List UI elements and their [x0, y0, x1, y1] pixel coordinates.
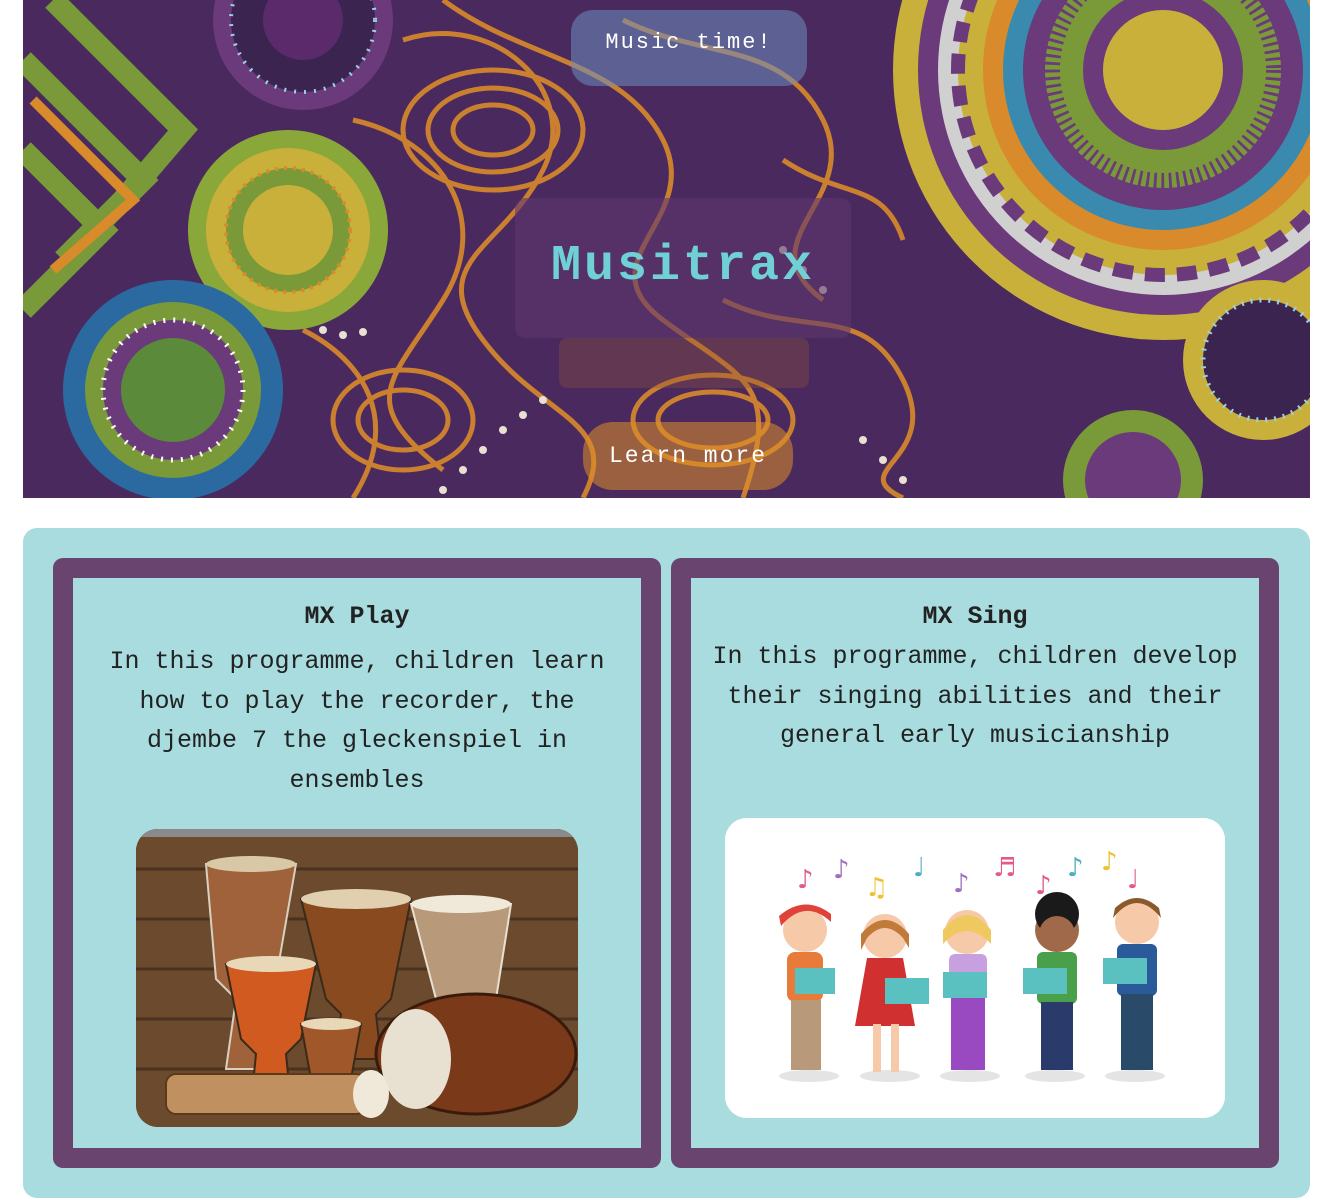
- program-description: In this programme, children develop thei…: [712, 642, 1238, 750]
- programs-section: MX Play In this programme, children lear…: [23, 528, 1310, 1198]
- svg-text:♫: ♫: [865, 873, 888, 903]
- svg-text:♪: ♪: [797, 865, 814, 895]
- svg-text:♩: ♩: [913, 853, 925, 883]
- svg-text:♬: ♬: [993, 853, 1016, 883]
- hero-tagline: Music time!: [605, 30, 773, 55]
- program-title: MX Sing: [922, 602, 1028, 631]
- program-title: MX Play: [304, 602, 410, 631]
- program-card-play: MX Play In this programme, children lear…: [53, 558, 661, 1168]
- title-backdrop-lower: [559, 338, 809, 388]
- learn-more-button[interactable]: Learn more: [583, 422, 793, 490]
- program-card-sing: MX Sing In this programme, children deve…: [671, 558, 1279, 1168]
- svg-text:♩: ♩: [1127, 865, 1139, 895]
- svg-text:♪: ♪: [1067, 853, 1084, 883]
- site-title: Musitrax: [550, 238, 816, 295]
- children-singing-image: ♪ ♪ ♫ ♩ ♪ ♬ ♪ ♪ ♪ ♩: [725, 818, 1225, 1118]
- djembe-drums-image: [136, 829, 578, 1127]
- svg-text:♪: ♪: [1101, 847, 1118, 877]
- program-description: In this programme, children learn how to…: [109, 647, 605, 795]
- svg-text:♪: ♪: [953, 869, 970, 899]
- svg-text:♪: ♪: [833, 855, 850, 885]
- hero-banner: Music time! Musitrax Learn more: [23, 0, 1310, 498]
